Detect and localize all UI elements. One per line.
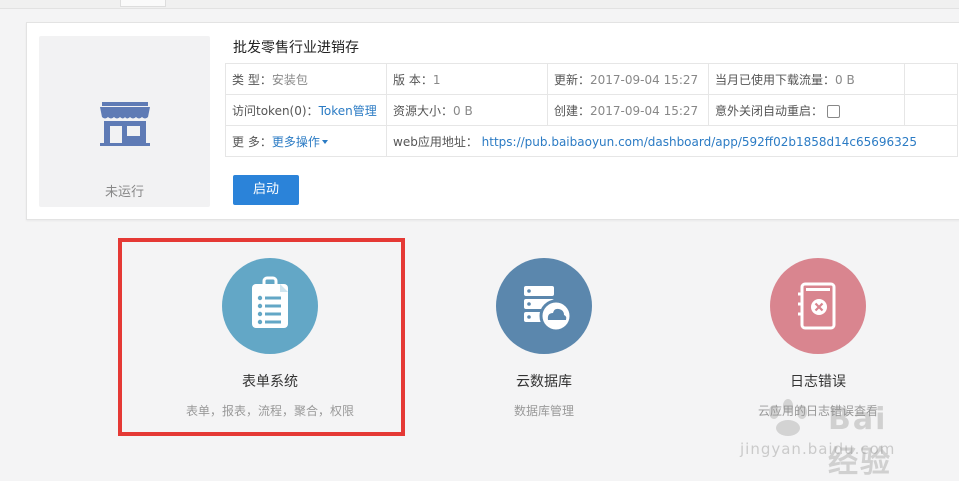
size-label: 资源大小： <box>393 103 454 118</box>
traffic-label: 当月已使用下载流量： <box>715 72 836 87</box>
start-button[interactable]: 启动 <box>233 175 299 205</box>
token-manage-link[interactable]: Token管理 <box>319 104 377 118</box>
type-value: 安装包 <box>271 72 308 87</box>
version-label: 版 本： <box>393 72 433 87</box>
feature-name: 云数据库 <box>516 374 572 390</box>
paw-icon <box>769 399 807 436</box>
more-actions-dropdown[interactable]: 更多操作 <box>272 135 320 149</box>
updated-value: 2017-09-04 15:27 <box>590 72 699 87</box>
feature-name: 日志错误 <box>790 374 846 390</box>
more-label: 更 多： <box>232 134 272 149</box>
created-value: 2017-09-04 15:27 <box>590 103 699 118</box>
created-label: 创建： <box>554 103 591 118</box>
type-label: 类 型： <box>232 72 272 87</box>
url-label: web应用地址： <box>393 134 478 149</box>
app-thumbnail: 未运行 <box>39 36 210 207</box>
size-value: 0 B <box>453 103 473 118</box>
highlight-box <box>118 238 405 436</box>
feature-desc: 数据库管理 <box>513 404 574 418</box>
cloud-database-icon[interactable] <box>496 258 592 354</box>
store-icon <box>100 102 150 146</box>
autorestart-checkbox[interactable] <box>827 104 841 118</box>
app-title: 批发零售行业进销存 <box>233 40 359 56</box>
updated-label: 更新： <box>554 72 591 87</box>
watermark-url: jingyan.baidu.com <box>740 440 896 458</box>
baidu-watermark: Bai 经验 jingyan.baidu.com <box>730 396 930 480</box>
autorestart-label: 意外关闭自动重启： <box>715 103 824 118</box>
app-url-link[interactable]: https://pub.baibaoyun.com/dashboard/app/… <box>482 135 917 149</box>
version-value: 1 <box>432 72 441 87</box>
token-label: 访问token(0)： <box>232 103 319 118</box>
app-status: 未运行 <box>104 185 144 200</box>
caret-down-icon[interactable] <box>321 140 328 144</box>
top-tab-stub[interactable] <box>120 0 166 7</box>
traffic-value: 0 B <box>835 72 855 87</box>
top-strip <box>0 0 959 9</box>
app-card: 未运行 批发零售行业进销存 类 型：安装包 版 本：1 更新：2017-09-0… <box>26 22 959 220</box>
app-info-table: 类 型：安装包 版 本：1 更新：2017-09-04 15:27 当月已使用下… <box>225 63 958 157</box>
error-log-icon[interactable] <box>770 258 866 354</box>
